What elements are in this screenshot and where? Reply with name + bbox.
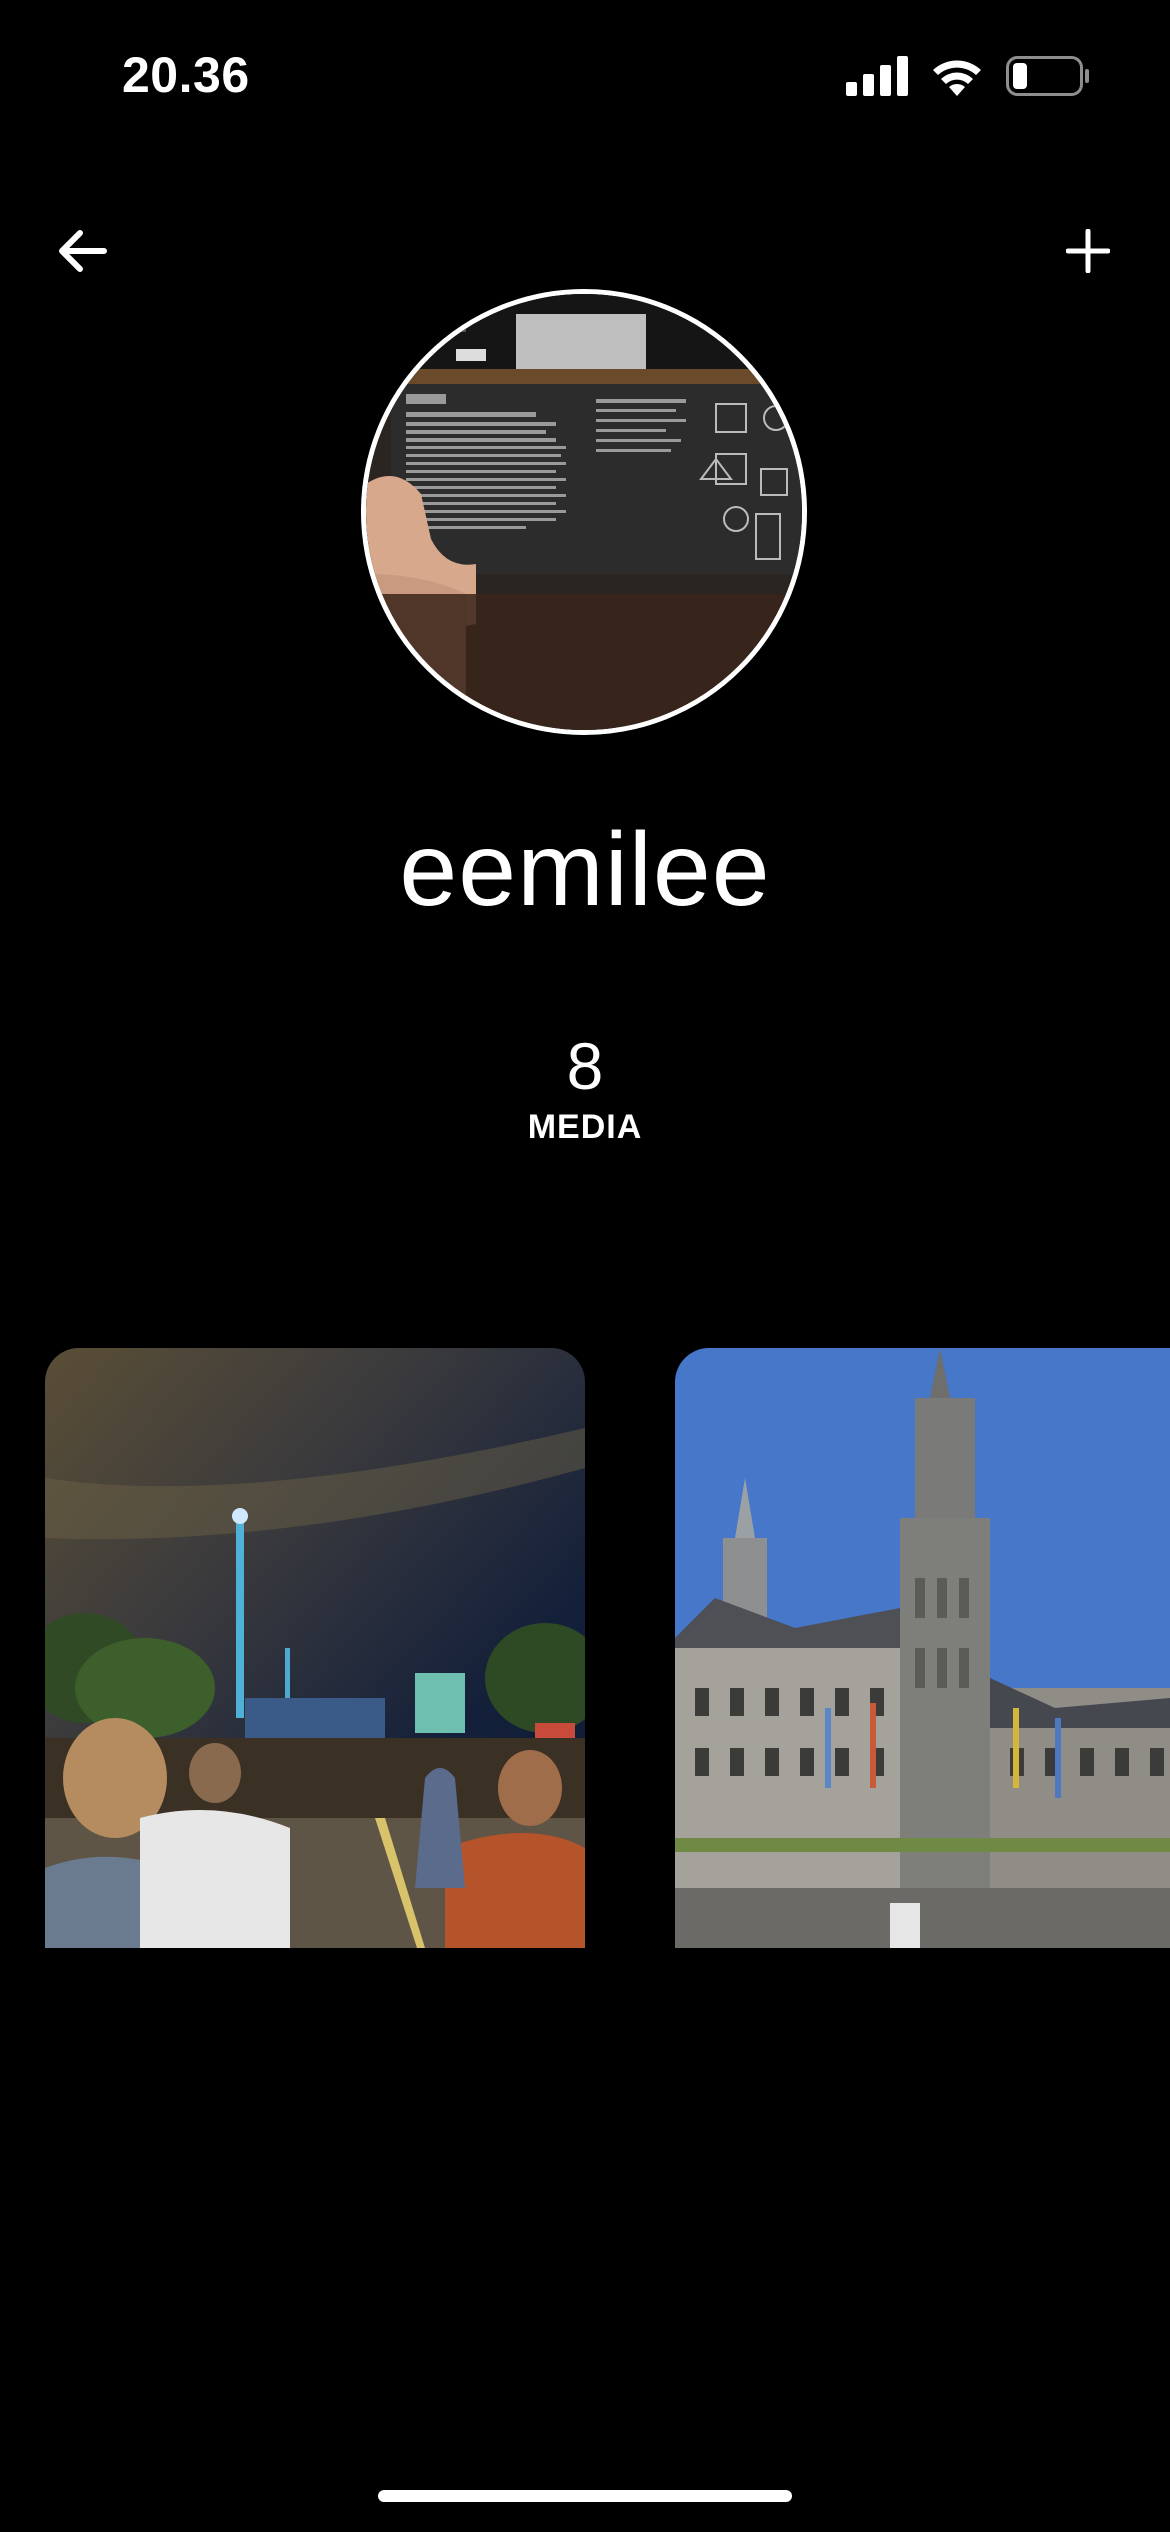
status-icons bbox=[846, 56, 1090, 96]
town-hall-photo bbox=[675, 1348, 1170, 1948]
profile-username: eemilee bbox=[399, 812, 771, 928]
avatar[interactable] bbox=[361, 289, 807, 735]
media-thumbnail-town-hall[interactable] bbox=[675, 1348, 1170, 1948]
status-time: 20.36 bbox=[122, 47, 250, 103]
battery-icon bbox=[1006, 56, 1089, 96]
media-count[interactable]: 8 bbox=[0, 1030, 1170, 1103]
back-button[interactable] bbox=[50, 222, 114, 280]
plus-icon bbox=[1066, 229, 1110, 273]
wifi-icon bbox=[933, 60, 981, 96]
festival-night-photo bbox=[45, 1348, 585, 1948]
media-label: MEDIA bbox=[527, 1108, 643, 1146]
add-button[interactable] bbox=[1056, 222, 1120, 280]
signal-icon bbox=[846, 56, 908, 96]
avatar-photo bbox=[366, 294, 802, 730]
arrow-left-icon bbox=[59, 230, 107, 272]
home-indicator[interactable] bbox=[378, 2490, 792, 2502]
media-thumbnail-festival-night[interactable] bbox=[45, 1348, 585, 1948]
